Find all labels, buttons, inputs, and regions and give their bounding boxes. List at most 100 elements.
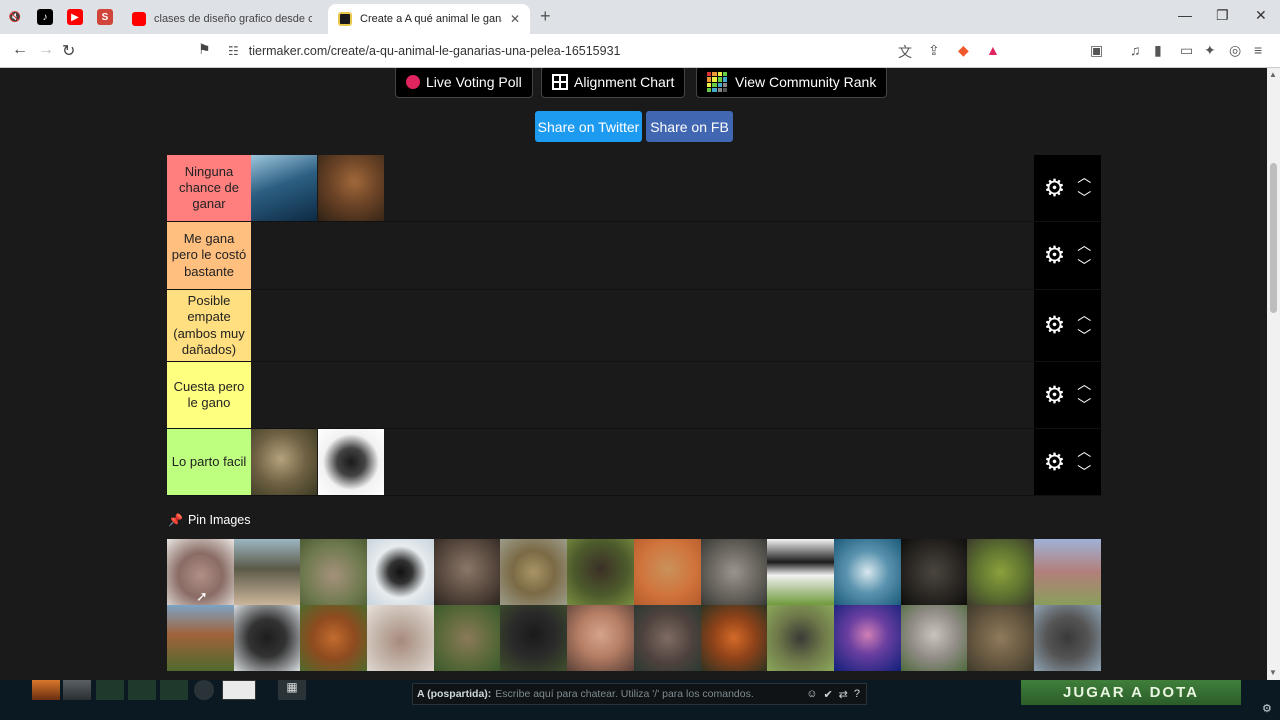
scroll-down-icon[interactable]: ▼ <box>1269 668 1277 677</box>
pool-image-tortoise[interactable] <box>433 605 501 671</box>
hero-portrait-icon[interactable] <box>63 680 91 700</box>
chevron-down-icon[interactable]: ﹀ <box>1077 256 1091 277</box>
pool-image-hippo[interactable] <box>633 605 701 671</box>
pool-image-raven[interactable] <box>233 605 301 671</box>
translate-icon[interactable]: ⇄ <box>839 688 848 701</box>
address-bar[interactable]: ☷ tiermaker.com/create/a-qu-animal-le-ga… <box>222 39 1012 63</box>
gear-icon[interactable]: ⚙ <box>1044 174 1066 203</box>
pool-image-hyena[interactable] <box>967 605 1034 671</box>
pool-image-meerkat[interactable] <box>633 539 701 605</box>
share-twitter-button[interactable]: Share on Twitter <box>535 111 642 142</box>
check-icon[interactable]: ✔ <box>823 688 832 701</box>
tier-label[interactable]: Posible empate (ambos muy dañados) <box>167 290 251 361</box>
play-dota-button[interactable]: JUGAR A DOTA <box>1021 680 1241 705</box>
close-tab-icon[interactable]: ✕ <box>510 12 520 26</box>
gear-icon[interactable]: ⚙ <box>1044 241 1066 270</box>
pool-image-buffalo[interactable] <box>567 539 634 605</box>
pool-image-shark[interactable] <box>833 539 901 605</box>
emoji-icon[interactable]: ☺ <box>806 688 817 701</box>
tier-label[interactable]: Ninguna chance de ganar <box>167 155 251 221</box>
scroll-thumb[interactable] <box>1270 163 1277 313</box>
hero-portrait-icon[interactable] <box>32 680 60 700</box>
pool-image-ostrich[interactable] <box>1033 539 1101 605</box>
tier-items[interactable] <box>251 429 1034 495</box>
minimize-icon[interactable]: — <box>1178 7 1192 23</box>
pool-image-fox[interactable] <box>700 605 768 671</box>
pool-image-squirrel[interactable] <box>300 605 368 671</box>
pinned-tab-mute[interactable]: 🔇 <box>2 5 28 29</box>
tab-tiermaker[interactable]: Create a A qué animal le ganarías ✕ <box>328 4 530 34</box>
tier-label[interactable]: Me gana pero le costó bastante <box>167 222 251 289</box>
leo-icon[interactable]: ✦ <box>1204 42 1216 59</box>
chevron-down-icon[interactable]: ﹀ <box>1077 326 1091 347</box>
pool-image-octopus[interactable] <box>833 605 901 671</box>
item-slot-icon[interactable] <box>96 680 124 700</box>
pool-image-chameleon[interactable] <box>967 539 1034 605</box>
pool-image-koala[interactable] <box>900 605 968 671</box>
pool-image-deer[interactable] <box>167 605 234 671</box>
chevron-up-icon[interactable]: ︿ <box>1077 235 1091 256</box>
brave-rewards-icon[interactable]: ▲ <box>986 42 1000 58</box>
pool-image-pitbull[interactable] <box>567 605 634 671</box>
share-icon[interactable]: ⇪ <box>928 42 940 59</box>
gear-icon[interactable]: ⚙ <box>1044 448 1066 477</box>
tier-items[interactable] <box>251 290 1034 361</box>
chevron-up-icon[interactable]: ︿ <box>1077 441 1091 462</box>
item-slot-icon[interactable] <box>128 680 156 700</box>
pin-images-toggle[interactable]: 📌 Pin Images <box>168 513 250 527</box>
gear-icon[interactable]: ⚙ <box>1044 381 1066 410</box>
pinned-tab-s[interactable]: S <box>92 5 118 29</box>
menu-icon[interactable]: ≡ <box>1254 42 1262 58</box>
panel-icon[interactable]: ▮ <box>1154 42 1162 59</box>
settings-ring-icon[interactable] <box>194 680 214 700</box>
pool-image-ostrich[interactable] <box>233 539 301 605</box>
wallet-icon[interactable]: ▭ <box>1180 42 1193 59</box>
site-settings-icon[interactable]: ☷ <box>228 44 239 58</box>
reload-icon[interactable]: ↻ <box>62 41 75 61</box>
tab-youtube-video[interactable]: clases de diseño grafico desde cero - <box>122 4 322 34</box>
tier-image-scorpion[interactable] <box>318 429 384 495</box>
tier-items[interactable] <box>251 362 1034 428</box>
pool-image-gorilla[interactable] <box>500 605 568 671</box>
alignment-chart-button[interactable]: Alignment Chart <box>541 68 686 98</box>
back-icon[interactable]: ← <box>12 41 28 59</box>
tier-image-sloth[interactable] <box>251 429 317 495</box>
settings-icon[interactable]: ⚙ <box>1262 702 1272 715</box>
tier-image-whale[interactable] <box>251 155 317 221</box>
pool-image-cow[interactable] <box>767 539 834 605</box>
tier-label[interactable]: Lo parto facil <box>167 429 251 495</box>
chevron-up-icon[interactable]: ︿ <box>1077 374 1091 395</box>
pool-image-sheep[interactable] <box>700 539 768 605</box>
chevron-down-icon[interactable]: ﹀ <box>1077 462 1091 483</box>
hero-avatar-icon[interactable] <box>222 680 256 700</box>
pool-image-python[interactable] <box>500 539 568 605</box>
pinned-tab-tiktok[interactable]: ♪ <box>32 5 58 29</box>
community-rank-button[interactable]: View Community Rank <box>696 68 888 98</box>
brave-shields-icon[interactable]: ◆ <box>958 42 969 59</box>
live-voting-button[interactable]: Live Voting Poll <box>395 68 533 98</box>
pool-image-crocodile[interactable] <box>900 539 968 605</box>
restore-icon[interactable]: ❐ <box>1216 7 1229 24</box>
close-window-icon[interactable]: ✕ <box>1255 7 1267 24</box>
vpn-icon[interactable]: ◎ <box>1229 42 1241 59</box>
sidebar-icon[interactable]: ▣ <box>1090 42 1103 59</box>
tier-label[interactable]: Cuesta pero le gano <box>167 362 251 428</box>
chevron-down-icon[interactable]: ﹀ <box>1077 188 1091 209</box>
tier-image-grizzly-bear[interactable] <box>318 155 384 221</box>
app-grid-icon[interactable]: ▦ <box>278 680 306 700</box>
item-slot-icon[interactable] <box>160 680 188 700</box>
chat-input[interactable]: A (pospartida): Escribe aquí para chatea… <box>412 683 867 705</box>
chevron-up-icon[interactable]: ︿ <box>1077 167 1091 188</box>
scroll-up-icon[interactable]: ▲ <box>1269 70 1277 79</box>
pool-image-kangaroo[interactable] <box>300 539 368 605</box>
tier-items[interactable] <box>251 155 1034 221</box>
pool-image-armadillo[interactable] <box>367 605 434 671</box>
share-fb-button[interactable]: Share on FB <box>646 111 733 142</box>
pool-image-penguin[interactable] <box>367 539 434 605</box>
tier-items[interactable] <box>251 222 1034 289</box>
bookmark-icon[interactable]: ⚑ <box>198 41 211 58</box>
forward-icon[interactable]: → <box>38 41 54 59</box>
pool-image-rhino[interactable] <box>1033 605 1101 671</box>
page-scrollbar[interactable]: ▲ ▼ <box>1267 68 1280 680</box>
chevron-up-icon[interactable]: ︿ <box>1077 305 1091 326</box>
